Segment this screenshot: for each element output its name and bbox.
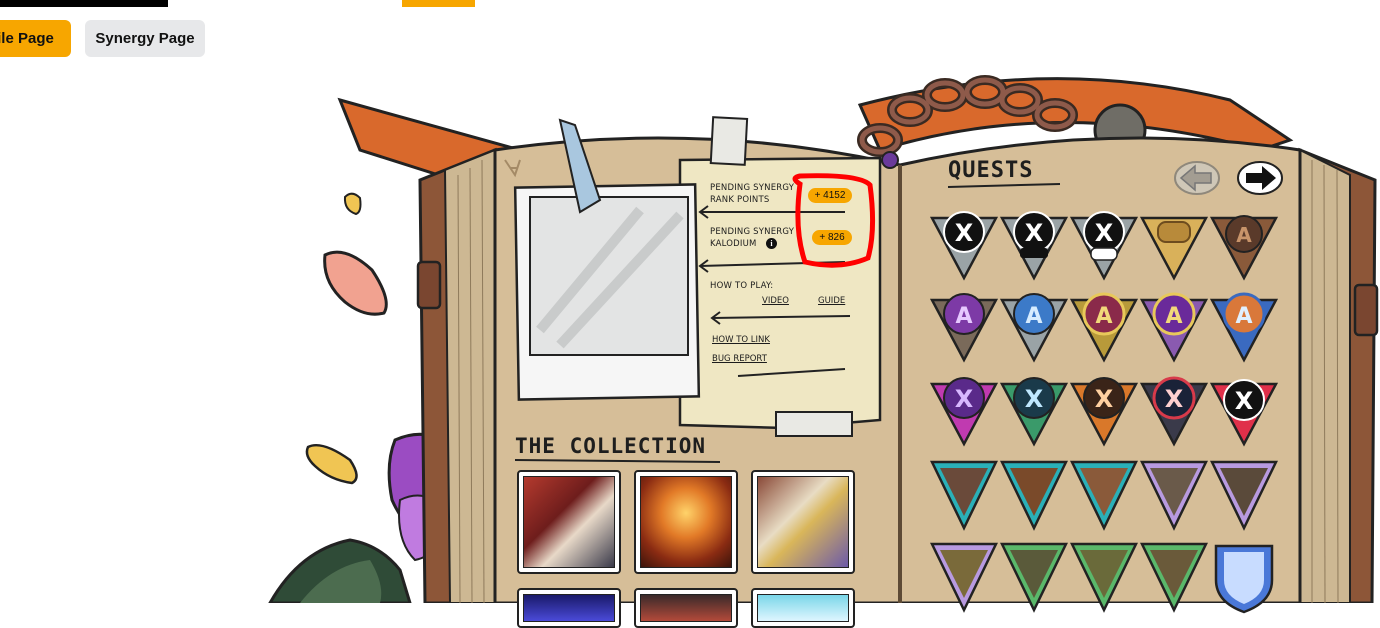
card-art bbox=[757, 594, 849, 622]
collection-card[interactable] bbox=[751, 588, 855, 628]
pending-rank-line1: PENDING SYNERGY bbox=[710, 183, 795, 193]
collection-card[interactable] bbox=[751, 470, 855, 574]
card-art bbox=[523, 594, 615, 622]
collection-heading: THE COLLECTION bbox=[515, 434, 707, 458]
quests-prev-button[interactable] bbox=[1173, 160, 1221, 196]
cover-clasp-right bbox=[1353, 283, 1379, 337]
x-quest-badge-icon[interactable]: X bbox=[930, 208, 998, 282]
purple-gold-rank-badge-icon[interactable]: A bbox=[1140, 290, 1208, 364]
svg-text:A: A bbox=[1025, 304, 1042, 329]
collection-card[interactable] bbox=[634, 588, 738, 628]
svg-text:X: X bbox=[1095, 385, 1114, 413]
pending-rank-value: + 4152 bbox=[808, 188, 852, 203]
petal-yellow bbox=[305, 443, 358, 485]
svg-text:X: X bbox=[1165, 385, 1184, 413]
petal-pink bbox=[323, 250, 388, 316]
x-red-badge-icon[interactable]: X bbox=[1140, 374, 1208, 448]
pending-kalodium-line1: PENDING SYNERGY bbox=[710, 227, 795, 237]
x-purple-badge-icon[interactable]: X bbox=[930, 374, 998, 448]
purple-rank-badge-icon[interactable]: A bbox=[930, 290, 998, 364]
svg-text:X: X bbox=[1025, 219, 1044, 247]
blue-orange-rank-badge-icon[interactable]: A bbox=[1210, 290, 1278, 364]
note-tape-top bbox=[709, 116, 749, 166]
arrow-left-icon bbox=[1174, 161, 1220, 195]
card-art bbox=[640, 476, 732, 568]
how-to-link-link[interactable]: HOW TO LINK bbox=[712, 335, 770, 345]
svg-text:A: A bbox=[1165, 304, 1182, 329]
svg-text:X: X bbox=[1025, 385, 1044, 413]
svg-text:A: A bbox=[1236, 223, 1252, 247]
bug-report-link[interactable]: BUG REPORT bbox=[712, 354, 767, 364]
card-art bbox=[523, 476, 615, 568]
pending-kalodium-line2: KALODIUM bbox=[710, 239, 757, 249]
how-to-play-label: HOW TO PLAY: bbox=[710, 281, 774, 291]
pending-rank-label: PENDING SYNERGY RANK POINTS bbox=[710, 182, 794, 206]
svg-text:X: X bbox=[955, 219, 974, 247]
art-badge-teal-2-icon[interactable] bbox=[1000, 458, 1068, 532]
guide-link[interactable]: GUIDE bbox=[818, 296, 845, 306]
x-headphone-badge-icon[interactable]: X bbox=[1210, 374, 1278, 448]
polaroid-photo bbox=[529, 196, 689, 356]
collection-card[interactable] bbox=[634, 470, 738, 574]
pending-kalodium-label: PENDING SYNERGY KALODIUM bbox=[710, 226, 794, 250]
petal-yellow-small bbox=[343, 192, 362, 216]
chain-gem bbox=[881, 151, 899, 169]
svg-text:A: A bbox=[1095, 304, 1112, 329]
quests-heading: QUESTS bbox=[948, 158, 1034, 183]
svg-text:X: X bbox=[1095, 219, 1114, 247]
art-badge-lilac-2-icon[interactable] bbox=[1210, 458, 1278, 532]
gamepad-quest-badge-icon[interactable] bbox=[1140, 208, 1208, 282]
pending-kalodium-value: + 826 bbox=[812, 230, 852, 245]
x-green-badge-icon[interactable]: X bbox=[1000, 374, 1068, 448]
svg-text:A: A bbox=[1235, 304, 1252, 329]
card-art bbox=[757, 476, 849, 568]
svg-text:A: A bbox=[955, 304, 972, 329]
collection-card[interactable] bbox=[517, 470, 621, 574]
arrow-right-icon bbox=[1237, 161, 1283, 195]
quests-next-button[interactable] bbox=[1236, 160, 1284, 196]
gold-rank-badge-icon[interactable]: A bbox=[1070, 290, 1138, 364]
x-orange-badge-icon[interactable]: X bbox=[1070, 374, 1138, 448]
x-gamepad-badge-icon[interactable]: X bbox=[1070, 208, 1138, 282]
svg-text:X: X bbox=[1235, 387, 1254, 415]
note-tape-bottom bbox=[775, 411, 853, 437]
pending-rank-line2: RANK POINTS bbox=[710, 195, 770, 205]
info-icon[interactable]: i bbox=[766, 238, 777, 249]
cover-clasp-left bbox=[416, 260, 442, 310]
card-art bbox=[640, 594, 732, 622]
art-badge-teal-icon[interactable] bbox=[930, 458, 998, 532]
svg-text:X: X bbox=[955, 385, 974, 413]
art-badge-teal-3-icon[interactable] bbox=[1070, 458, 1138, 532]
blue-rank-badge-icon[interactable]: A bbox=[1000, 290, 1068, 364]
bronze-quest-badge-icon[interactable]: A bbox=[1210, 208, 1278, 282]
video-link[interactable]: VIDEO bbox=[762, 296, 789, 306]
collection-card[interactable] bbox=[517, 588, 621, 628]
x-discord-badge-icon[interactable]: X bbox=[1000, 208, 1068, 282]
art-badge-lilac-icon[interactable] bbox=[1140, 458, 1208, 532]
